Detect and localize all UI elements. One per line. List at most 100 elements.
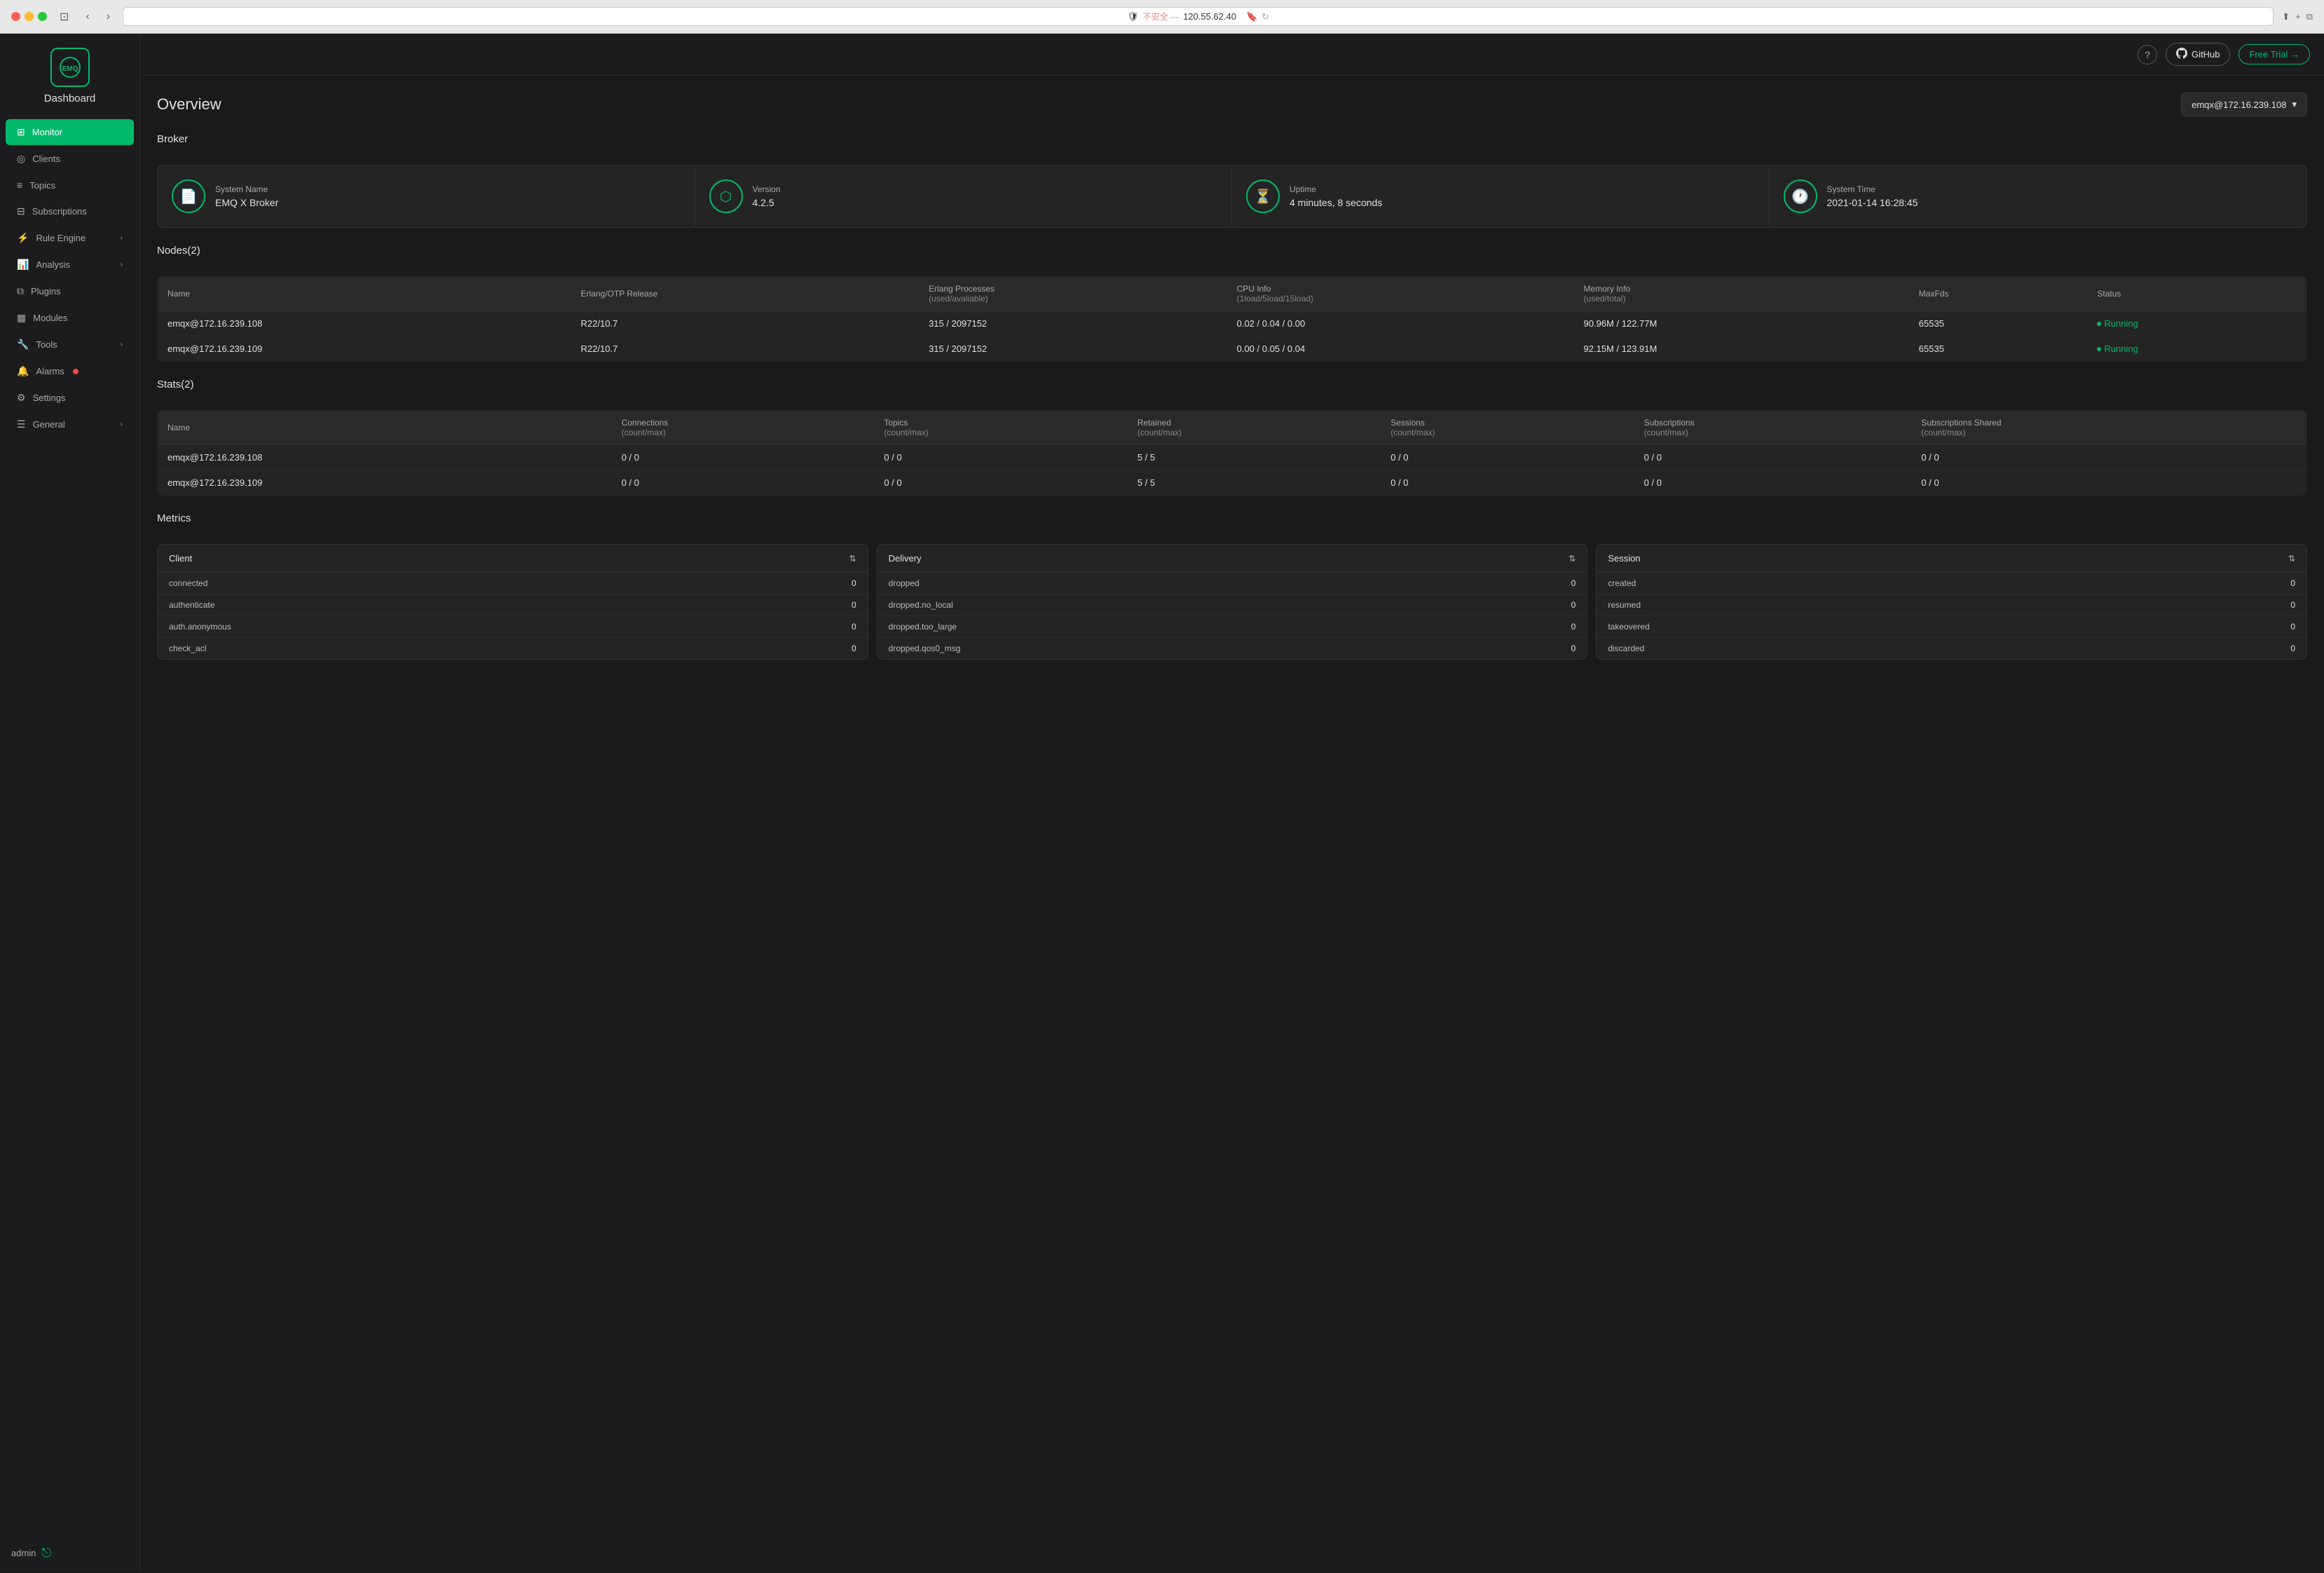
sidebar-item-topics[interactable]: ≡Topics [6, 172, 134, 198]
stat-subscriptions: 0 / 0 [1634, 445, 1912, 470]
modules-icon: ▦ [17, 312, 26, 324]
sidebar-item-label: Alarms [36, 366, 64, 376]
dot-maximize[interactable] [38, 12, 47, 21]
sidebar-item-tools[interactable]: 🔧Tools› [6, 332, 134, 358]
sidebar-item-alarms[interactable]: 🔔 Alarms [6, 358, 134, 384]
settings-icon: ⚙ [17, 392, 26, 404]
broker-card-system-name: 📄 System Name EMQ X Broker [158, 165, 695, 227]
free-trial-button[interactable]: Free Trial → [2238, 44, 2310, 64]
col-name: Name [158, 277, 571, 311]
stat-name: emqx@172.16.239.108 [158, 445, 612, 470]
metrics-value: 0 [852, 578, 856, 588]
nodes-section: Nodes(2) Name Erlang/OTP Release Erlang … [157, 245, 2307, 362]
main-wrapper: ? GitHub Free Trial → Overview emqx@17 [140, 34, 2324, 1572]
metrics-row: check_acl 0 [158, 638, 868, 659]
broker-card-label: System Name [215, 184, 681, 194]
sidebar-item-rule-engine[interactable]: ⚡Rule Engine› [6, 225, 134, 251]
dot-close[interactable] [11, 12, 20, 21]
page-header: Overview emqx@172.16.239.108 ▾ [157, 93, 2307, 116]
sidebar-item-monitor[interactable]: ⊞Monitor [6, 119, 134, 145]
user-label: admin [11, 1548, 36, 1558]
sort-icon[interactable]: ⇅ [2288, 554, 2295, 564]
sidebar: EMQ Dashboard ⊞Monitor◎Clients≡Topics⊟Su… [0, 34, 140, 1572]
address-bar[interactable]: 🛡 不安全 — 120.55.62.40 🔖 ↻ [123, 7, 2274, 26]
nodes-table: Name Erlang/OTP Release Erlang Processes… [157, 276, 2307, 362]
broker-card-uptime: ⏳ Uptime 4 minutes, 8 seconds [1232, 165, 1770, 227]
table-row: emqx@172.16.239.109 R22/10.7 315 / 20971… [158, 336, 2307, 362]
sidebar-item-plugins[interactable]: ⧉ Plugins [6, 278, 134, 304]
col-maxfds: MaxFds [1909, 277, 2088, 311]
new-tab-icon[interactable]: + [2295, 11, 2301, 22]
sidebar-item-label: Plugins [31, 286, 61, 297]
node-erlang: R22/10.7 [571, 336, 919, 362]
back-button[interactable]: ‹ [81, 9, 93, 25]
sidebar-item-label: Analysis [36, 259, 69, 270]
broker-section-title: Broker [157, 133, 188, 145]
forward-button[interactable]: › [102, 9, 114, 25]
plugins-icon: ⧉ [17, 285, 24, 297]
alarm-badge [73, 369, 78, 374]
stat-connections: 0 / 0 [612, 445, 875, 470]
metrics-row: auth.anonymous 0 [158, 616, 868, 638]
share-icon[interactable]: ⬆ [2282, 11, 2290, 22]
topbar: ? GitHub Free Trial → [140, 34, 2324, 76]
metrics-key: check_acl [169, 644, 206, 653]
alarms-icon: 🔔 [17, 365, 29, 377]
stat-topics: 0 / 0 [874, 445, 1127, 470]
shield-icon: 🛡 [1127, 11, 1139, 22]
github-button[interactable]: GitHub [2166, 43, 2230, 66]
node-selector-value: emqx@172.16.239.108 [2192, 100, 2286, 110]
chevron-icon: › [121, 341, 123, 348]
metrics-card-title: Session [1608, 553, 1640, 564]
sidebar-item-settings[interactable]: ⚙ Settings [6, 385, 134, 411]
tabs-icon[interactable]: ⧉ [2306, 11, 2313, 22]
refresh-icon[interactable]: ↻ [1262, 11, 1269, 22]
metrics-key: resumed [1608, 600, 1641, 610]
question-icon: ? [2145, 49, 2150, 60]
stat-connections: 0 / 0 [612, 470, 875, 496]
metrics-value: 0 [2290, 578, 2295, 588]
metrics-card-title: Client [169, 553, 192, 564]
logout-icon[interactable]: ⎋ [41, 1546, 51, 1560]
stats-section: Stats(2) Name Connections(count/max) Top… [157, 379, 2307, 496]
stat-sessions: 0 / 0 [1381, 445, 1634, 470]
github-icon [2176, 48, 2187, 61]
sidebar-item-clients[interactable]: ◎Clients [6, 146, 134, 172]
app: EMQ Dashboard ⊞Monitor◎Clients≡Topics⊟Su… [0, 34, 2324, 1572]
sidebar-item-general[interactable]: ☰General› [6, 411, 134, 437]
chevron-icon: › [121, 261, 123, 268]
sidebar-toggle-button[interactable]: ⊡ [55, 8, 73, 25]
sidebar-item-modules[interactable]: ▦Modules [6, 305, 134, 331]
node-maxfds: 65535 [1909, 336, 2088, 362]
broker-cards: 📄 System Name EMQ X Broker ⬡ Version 4.2… [157, 165, 2307, 228]
sidebar-item-analysis[interactable]: 📊Analysis› [6, 252, 134, 278]
browser-actions: ⬆ + ⧉ [2282, 11, 2313, 22]
node-cpu: 0.00 / 0.05 / 0.04 [1227, 336, 1574, 362]
stat-retained: 5 / 5 [1128, 445, 1381, 470]
sort-icon[interactable]: ⇅ [849, 554, 856, 564]
github-label: GitHub [2192, 49, 2220, 60]
stat-retained: 5 / 5 [1128, 470, 1381, 496]
stats-section-title: Stats(2) [157, 379, 194, 390]
sidebar-item-label: Monitor [32, 127, 62, 137]
sort-icon[interactable]: ⇅ [1568, 554, 1575, 564]
metrics-key: connected [169, 578, 207, 588]
metrics-key: discarded [1608, 644, 1644, 653]
metrics-card-title: Delivery [889, 553, 922, 564]
sidebar-logo: EMQ Dashboard [0, 34, 139, 118]
browser-chrome: ⊡ ‹ › 🛡 不安全 — 120.55.62.40 🔖 ↻ ⬆ + ⧉ [0, 0, 2324, 34]
col-processes: Erlang Processes(used/avaliable) [919, 277, 1227, 311]
stats-col-subscriptions: Subscriptions(count/max) [1634, 411, 1912, 445]
sidebar-item-subscriptions[interactable]: ⊟Subscriptions [6, 198, 134, 224]
metrics-section: Metrics Client ⇅ connected 0 authenticat… [157, 512, 2307, 660]
dot-minimize[interactable] [25, 12, 34, 21]
node-selector[interactable]: emqx@172.16.239.108 ▾ [2181, 93, 2307, 116]
help-button[interactable]: ? [2138, 45, 2157, 64]
stats-col-connections: Connections(count/max) [612, 411, 875, 445]
main-content: Overview emqx@172.16.239.108 ▾ Broker 📄 … [140, 76, 2324, 1572]
sidebar-item-label: Settings [33, 393, 66, 403]
metrics-value: 0 [2290, 644, 2295, 653]
stats-col-retained: Retained(count/max) [1128, 411, 1381, 445]
general-icon: ☰ [17, 418, 26, 430]
version-icon: ⬡ [709, 179, 743, 213]
